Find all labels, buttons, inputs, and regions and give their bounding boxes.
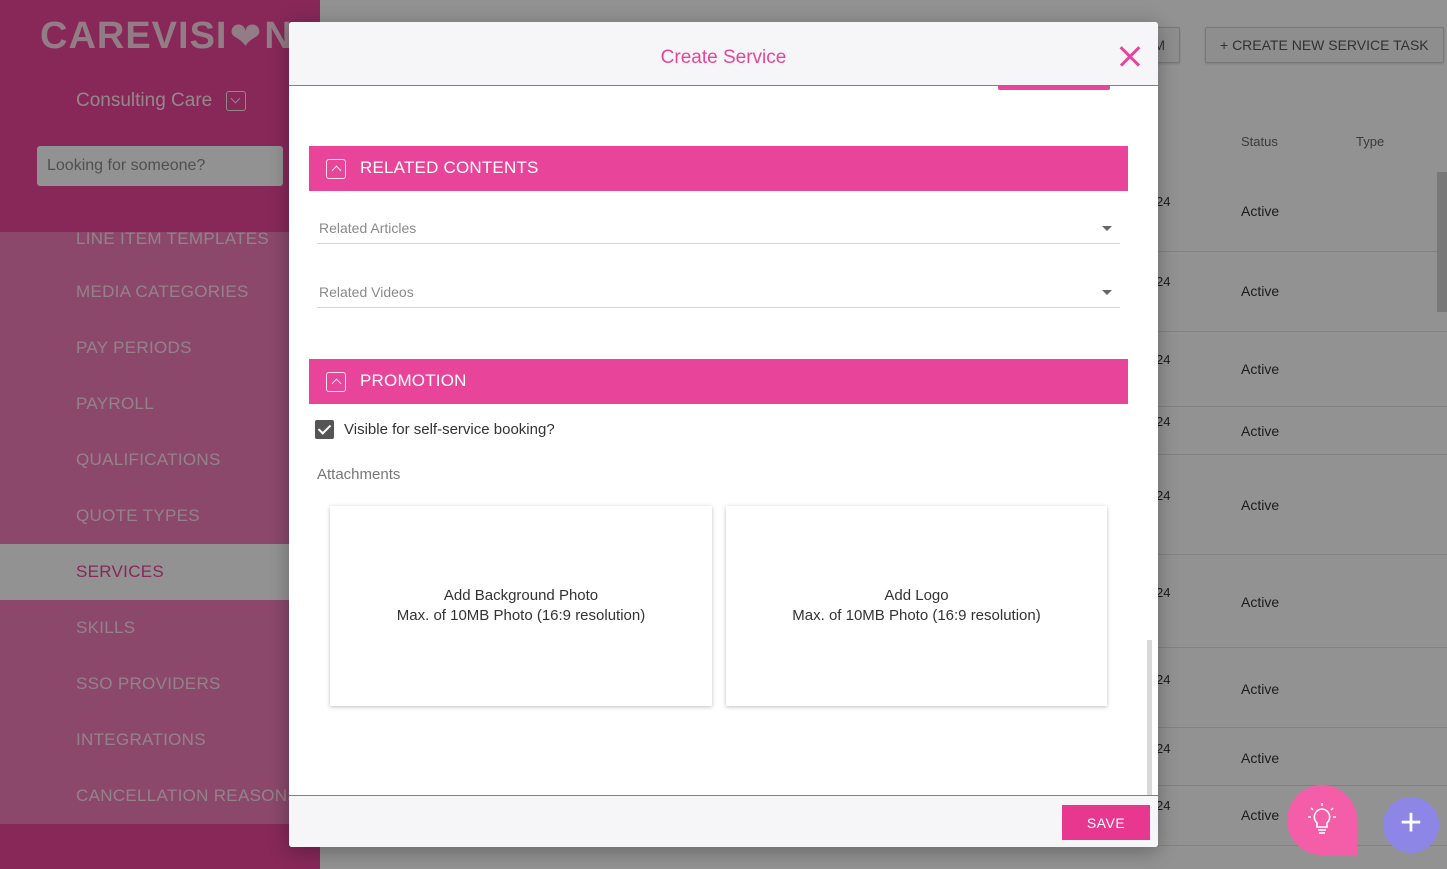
dialog-scrollbar[interactable] (1147, 640, 1152, 795)
collapse-icon[interactable] (326, 159, 346, 179)
dialog-title: Create Service (660, 47, 787, 68)
dropdown-arrow-icon[interactable] (1102, 290, 1112, 295)
related-articles-select[interactable]: Related Articles (317, 214, 1120, 244)
section-promotion[interactable]: PROMOTION (309, 359, 1128, 404)
dialog-header: Create Service (289, 22, 1158, 86)
add-button[interactable]: + (1383, 797, 1439, 853)
self-service-checkbox[interactable] (315, 420, 334, 439)
dialog-body: RELATED CONTENTS Related Articles Relate… (289, 86, 1158, 795)
section-related-contents[interactable]: RELATED CONTENTS (309, 146, 1128, 191)
section-title: PROMOTION (360, 371, 467, 390)
create-service-dialog: Create Service RELATED CONTENTS Related … (289, 22, 1158, 847)
dropzone-hint: Max. of 10MB Photo (16:9 resolution) (792, 607, 1041, 624)
dropzone-title: Add Background Photo (443, 587, 599, 604)
select-placeholder: Related Articles (319, 220, 417, 236)
partial-button[interactable] (998, 86, 1110, 90)
collapse-icon[interactable] (326, 372, 346, 392)
dropzone-title: Add Logo (884, 587, 949, 604)
dialog-footer: SAVE (289, 795, 1158, 847)
lightbulb-icon (1308, 803, 1336, 834)
save-button[interactable]: SAVE (1062, 805, 1150, 840)
self-service-label[interactable]: Visible for self-service booking? (344, 421, 555, 438)
help-tips-button[interactable] (1287, 785, 1357, 855)
dropzone-hint: Max. of 10MB Photo (16:9 resolution) (396, 607, 646, 624)
attachments-label: Attachments (317, 466, 401, 483)
dropdown-arrow-icon[interactable] (1102, 226, 1112, 231)
select-placeholder: Related Videos (319, 284, 414, 300)
section-title: RELATED CONTENTS (360, 158, 539, 177)
background-photo-dropzone[interactable]: Add Background Photo Max. of 10MB Photo … (330, 506, 712, 706)
related-videos-select[interactable]: Related Videos (317, 278, 1120, 308)
logo-dropzone[interactable]: Add Logo Max. of 10MB Photo (16:9 resolu… (726, 506, 1107, 706)
close-icon[interactable] (1119, 45, 1141, 67)
plus-icon: + (1399, 802, 1423, 844)
